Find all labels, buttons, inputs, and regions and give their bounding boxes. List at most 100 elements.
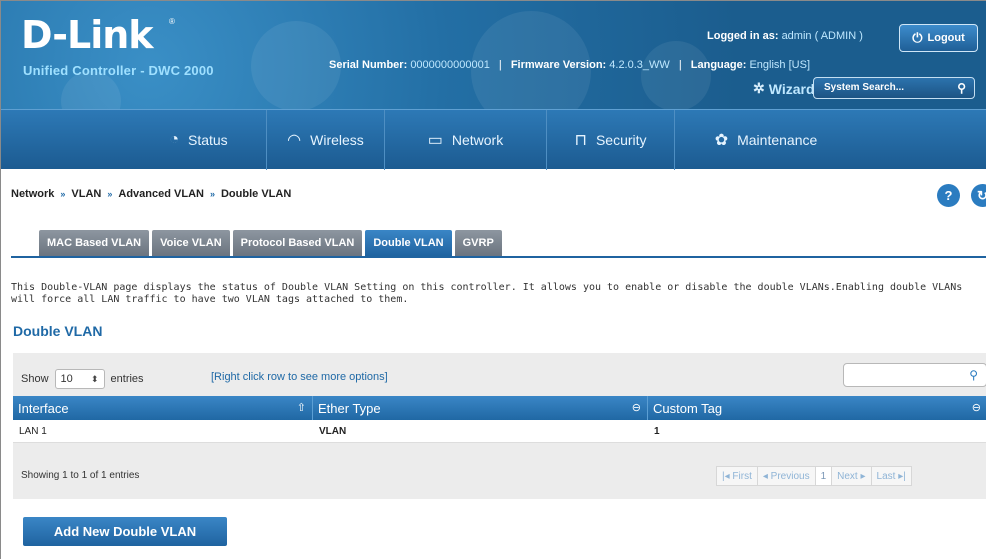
help-icon[interactable]: ?	[937, 184, 960, 207]
logged-in-label: Logged in as:	[707, 30, 779, 42]
tab-mac-based-vlan[interactable]: MAC Based VLAN	[39, 230, 150, 256]
nav-item-security[interactable]: ⊓ Security	[547, 110, 675, 170]
logged-in-info: Logged in as: admin ( ADMIN )	[707, 30, 863, 42]
language-label: Language:	[690, 59, 747, 71]
wizard-link[interactable]: ✲ Wizard	[753, 80, 815, 97]
sort-icon[interactable]: ⊖	[972, 401, 981, 414]
entries-select[interactable]: 10 ⬍	[54, 369, 105, 389]
registered-mark: ®	[169, 17, 175, 26]
page-number-button[interactable]: 1	[814, 466, 833, 486]
breadcrumb: Network » VLAN » Advanced VLAN » Double VLAN	[11, 188, 291, 200]
pager-label: Next	[837, 470, 858, 482]
select-arrows-icon: ⬍	[90, 373, 99, 384]
dlink-logo: D-Link	[21, 13, 154, 57]
right-click-hint: [Right click row to see more options]	[211, 371, 388, 383]
device-info: Serial Number: 0000000000001 | Firmware …	[329, 59, 810, 71]
refresh-icon[interactable]: ↻	[971, 184, 986, 207]
firmware-label: Firmware Version:	[510, 59, 607, 71]
pagination: |◂ First ◂ Previous 1 Next ▸ Last ▸|	[716, 466, 912, 486]
nav-item-network[interactable]: ▭ Network	[385, 110, 547, 170]
power-icon: ⏻	[912, 30, 923, 45]
nav-label: Network	[451, 132, 504, 148]
table-search-input[interactable]: ⚲	[843, 363, 986, 387]
cell-ether-type: VLAN	[319, 426, 347, 437]
nav-label: Wireless	[310, 132, 364, 148]
header-decoration	[641, 41, 711, 109]
previous-page-button[interactable]: ◂ Previous	[756, 466, 816, 486]
app-window: D-Link ® Unified Controller - DWC 2000 S…	[0, 0, 986, 559]
cell-interface: LAN 1	[19, 426, 47, 437]
first-icon: |◂	[722, 470, 733, 482]
nav-item-maintenance[interactable]: ✿ Maintenance	[675, 110, 857, 170]
table-row[interactable]: LAN 1 VLAN 1	[13, 420, 986, 443]
tab-bar: MAC Based VLAN Voice VLAN Protocol Based…	[39, 230, 505, 256]
column-header-custom-tag[interactable]: Custom Tag ⊖	[648, 396, 986, 420]
sort-icon[interactable]: ⊖	[632, 401, 641, 414]
next-page-button[interactable]: Next ▸	[831, 466, 872, 486]
nav-label: Status	[187, 132, 228, 148]
breadcrumb-item[interactable]: Advanced VLAN	[118, 188, 204, 200]
column-header-ether-type[interactable]: Ether Type ⊖	[313, 396, 648, 420]
breadcrumb-separator: »	[209, 189, 215, 199]
add-double-vlan-button[interactable]: Add New Double VLAN	[23, 517, 227, 546]
nav-item-wireless[interactable]: ◠ Wireless	[267, 110, 385, 170]
serial-label: Serial Number:	[329, 59, 408, 71]
first-page-button[interactable]: |◂ First	[716, 466, 758, 486]
wizard-label: Wizard	[768, 80, 815, 97]
sort-asc-icon[interactable]: ⇧	[297, 401, 306, 414]
section-title: Double VLAN	[13, 323, 103, 339]
product-subtitle: Unified Controller - DWC 2000	[23, 63, 214, 78]
language-value[interactable]: English [US]	[749, 59, 810, 71]
last-page-button[interactable]: Last ▸|	[870, 466, 912, 486]
monitor-icon: ▭	[427, 132, 443, 149]
nav-label: Security	[595, 132, 647, 148]
breadcrumb-item[interactable]: VLAN	[71, 188, 101, 200]
cell-custom-tag: 1	[654, 426, 660, 437]
gears-icon: ✿	[714, 132, 729, 149]
wizard-icon: ✲	[753, 80, 765, 96]
serial-value: 0000000000001	[410, 59, 490, 71]
entries-label: entries	[110, 373, 144, 385]
pager-label: First	[732, 470, 752, 482]
firmware-value: 4.2.0.3_WW	[609, 59, 670, 71]
logout-button[interactable]: ⏻ Logout	[899, 24, 978, 52]
show-label: Show	[21, 373, 49, 385]
tab-gvrp[interactable]: GVRP	[454, 230, 502, 256]
previous-icon: ◂	[762, 470, 771, 482]
logout-label: Logout	[927, 32, 965, 44]
tab-double-vlan[interactable]: Double VLAN	[365, 230, 452, 256]
table-info: Showing 1 to 1 of 1 entries	[21, 470, 140, 481]
data-table-panel: Show 10 ⬍ entries [Right click row to se…	[13, 353, 986, 499]
header-decoration	[251, 21, 341, 109]
nav-label: Maintenance	[737, 132, 818, 148]
breadcrumb-current: Double VLAN	[220, 188, 292, 200]
logged-in-user: admin ( ADMIN )	[781, 30, 863, 42]
system-search-placeholder: System Search...	[824, 82, 905, 93]
nav-item-status[interactable]: ◔ Status	[131, 110, 267, 170]
next-icon: ▸	[857, 470, 866, 482]
breadcrumb-separator: »	[60, 189, 66, 199]
last-icon: ▸|	[895, 470, 906, 482]
search-icon[interactable]: ⚲	[957, 81, 966, 95]
breadcrumb-separator: »	[107, 189, 113, 199]
pager-label: Last	[876, 470, 896, 482]
lock-icon: ⊓	[574, 132, 587, 149]
entries-value: 10	[60, 373, 73, 385]
header: D-Link ® Unified Controller - DWC 2000 S…	[1, 1, 986, 109]
tab-protocol-based-vlan[interactable]: Protocol Based VLAN	[232, 230, 363, 256]
tab-divider	[11, 256, 986, 258]
page-description: This Double-VLAN page displays the statu…	[11, 282, 963, 305]
wifi-icon: ◠	[287, 132, 302, 149]
gauge-icon: ◔	[169, 131, 179, 148]
breadcrumb-item[interactable]: Network	[11, 188, 54, 200]
column-header-interface[interactable]: Interface ⇧	[13, 396, 313, 420]
separator: |	[678, 59, 682, 71]
column-label: Interface	[18, 400, 69, 416]
pager-label: Previous	[770, 470, 810, 482]
table-header: Interface ⇧ Ether Type ⊖ Custom Tag ⊖	[13, 396, 986, 420]
separator: |	[498, 59, 502, 71]
tab-voice-vlan[interactable]: Voice VLAN	[152, 230, 230, 256]
entries-control: Show 10 ⬍ entries	[21, 369, 144, 389]
column-label: Custom Tag	[653, 400, 723, 416]
system-search-input[interactable]: System Search... ⚲	[813, 77, 975, 99]
